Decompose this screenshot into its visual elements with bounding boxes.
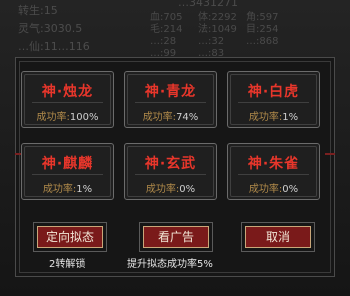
bg-rebirth-text: 转生:15 xyxy=(18,4,58,17)
watch-ad-button[interactable]: 看广告 xyxy=(143,226,209,248)
beast-card-qinglong[interactable]: 神·青龙 成功率:74% xyxy=(124,71,217,128)
beast-card-baihu[interactable]: 神·白虎 成功率:1% xyxy=(227,71,320,128)
beast-card-zhuque[interactable]: 神·朱雀 成功率:0% xyxy=(227,143,320,200)
bg-top-number: …3431271 xyxy=(178,0,238,9)
directional-mimicry-button[interactable]: 定向拟态 xyxy=(37,226,103,248)
beast-name: 神·玄武 xyxy=(144,156,197,172)
success-rate: 成功率:74% xyxy=(142,112,199,123)
beast-card-qilin[interactable]: 神·麒麟 成功率:1% xyxy=(21,143,114,200)
beast-name: 神·烛龙 xyxy=(41,84,94,100)
beast-name: 神·朱雀 xyxy=(247,156,300,172)
bg-misc-text: …仙:11…116 xyxy=(18,40,90,53)
ad-bonus-caption: 提升拟态成功率5% xyxy=(127,259,213,270)
beast-name: 神·白虎 xyxy=(247,84,300,100)
beast-name: 神·青龙 xyxy=(144,84,197,100)
beast-card-xuanwu[interactable]: 神·玄武 成功率:0% xyxy=(124,143,217,200)
success-rate: 成功率:0% xyxy=(145,184,196,195)
success-rate: 成功率:1% xyxy=(42,184,93,195)
cancel-button[interactable]: 取消 xyxy=(245,226,311,248)
bg-stats: 血:705 体:2292 角:597 毛:214 法:1049 目:254 …:28…:… xyxy=(150,12,279,59)
bg-lingqi-text: 灵气:3030.5 xyxy=(18,22,83,35)
success-rate: 成功率:100% xyxy=(36,112,99,123)
beast-name: 神·麒麟 xyxy=(41,156,94,172)
unlock-caption: 2转解锁 xyxy=(49,259,86,270)
success-rate: 成功率:0% xyxy=(248,184,299,195)
right-ornament xyxy=(325,153,335,155)
success-rate: 成功率:1% xyxy=(248,112,299,123)
beast-card-zhulong[interactable]: 神·烛龙 成功率:100% xyxy=(21,71,114,128)
